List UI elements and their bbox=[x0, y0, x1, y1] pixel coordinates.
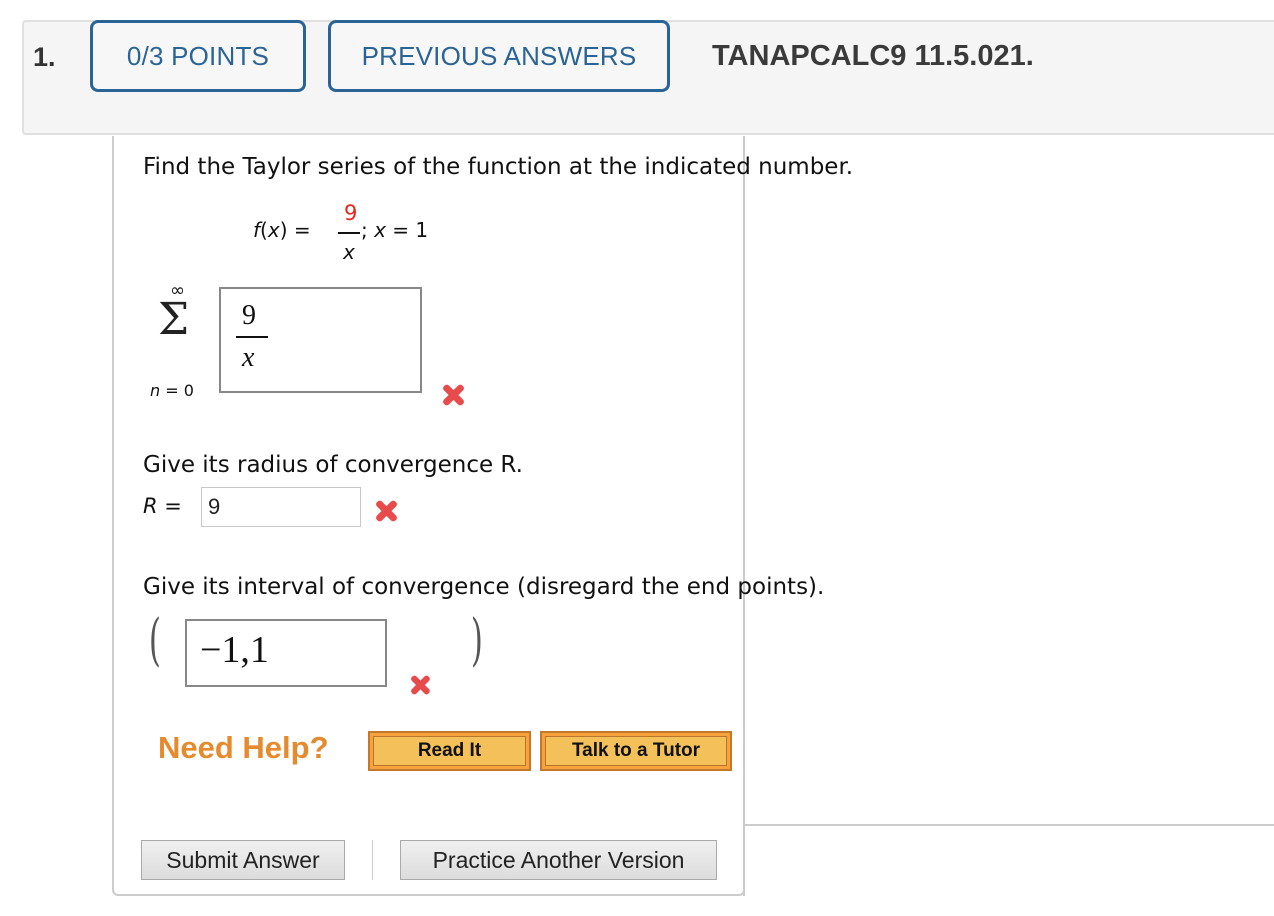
function-denominator: x bbox=[343, 240, 355, 264]
series-answer-fraction-bar bbox=[236, 336, 268, 338]
submit-answer-button[interactable]: Submit Answer bbox=[141, 840, 345, 880]
function-point: ; x = 1 bbox=[361, 218, 429, 242]
interval-value: −1,1 bbox=[200, 629, 269, 671]
radius-prompt: Give its radius of convergence R. bbox=[143, 452, 523, 478]
question-number: 1. bbox=[33, 42, 56, 72]
incorrect-x-icon bbox=[440, 382, 466, 408]
right-paren: ) bbox=[470, 608, 483, 673]
question-id: TANAPCALC9 11.5.021. bbox=[712, 40, 1034, 72]
question-prompt: Find the Taylor series of the function a… bbox=[143, 154, 854, 180]
radius-eq: = bbox=[157, 494, 182, 518]
function-numerator: 9 bbox=[344, 201, 358, 225]
previous-answers-button[interactable]: PREVIOUS ANSWERS bbox=[328, 20, 670, 92]
sigma-icon: Σ bbox=[158, 294, 190, 345]
series-answer-denominator: x bbox=[242, 342, 255, 373]
practice-another-version-button[interactable]: Practice Another Version bbox=[400, 840, 717, 880]
talk-to-tutor-button[interactable]: Talk to a Tutor bbox=[540, 731, 732, 771]
function-lhs: f(x) = bbox=[253, 218, 311, 242]
incorrect-x-icon bbox=[408, 673, 431, 696]
left-paren: ( bbox=[148, 608, 161, 673]
button-divider bbox=[372, 840, 373, 880]
divider-line bbox=[743, 824, 1274, 826]
lower-limit-var: n bbox=[150, 381, 161, 400]
divider-line-vertical bbox=[743, 824, 745, 896]
read-it-button[interactable]: Read It bbox=[368, 731, 531, 771]
fraction-bar bbox=[338, 232, 360, 234]
radius-label: R = bbox=[143, 494, 182, 518]
radius-input[interactable] bbox=[201, 487, 361, 527]
need-help-label: Need Help? bbox=[158, 730, 329, 765]
interval-prompt: Give its interval of convergence (disreg… bbox=[143, 574, 825, 600]
radius-var: R bbox=[143, 494, 158, 518]
incorrect-x-icon bbox=[373, 498, 399, 524]
lower-limit: n = 0 bbox=[150, 381, 194, 400]
lower-limit-rest: = 0 bbox=[160, 381, 194, 400]
series-answer-numerator: 9 bbox=[242, 300, 256, 331]
points-button[interactable]: 0/3 POINTS bbox=[90, 20, 306, 92]
